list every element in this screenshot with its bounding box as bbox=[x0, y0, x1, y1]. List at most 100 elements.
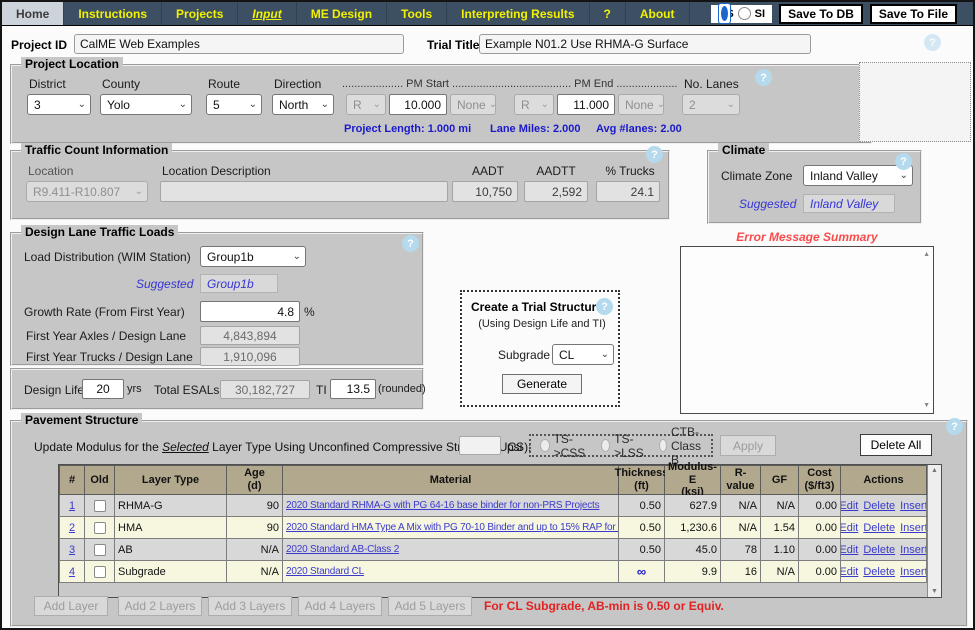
design-life-unit: yrs bbox=[127, 383, 142, 395]
thickness-cell: ∞ bbox=[619, 561, 665, 583]
traffic-loads-section: Design Lane Traffic Loads Load Distribut… bbox=[10, 232, 424, 366]
route-select[interactable]: 5 ⌄ bbox=[206, 94, 262, 115]
material-link[interactable]: 2020 Standard CL bbox=[286, 566, 364, 577]
table-scrollbar[interactable]: ▲ ▼ bbox=[927, 465, 941, 597]
climate-help-icon[interactable]: ? bbox=[895, 153, 912, 170]
climate-legend: Climate bbox=[718, 143, 769, 157]
row-number-link[interactable]: 1 bbox=[69, 500, 75, 512]
climate-section: Climate Climate Zone Inland Valley ⌄ Sug… bbox=[707, 150, 922, 224]
project-id-input[interactable] bbox=[74, 34, 404, 54]
insert-link[interactable]: Insert bbox=[900, 566, 927, 578]
row-number-link[interactable]: 2 bbox=[69, 522, 75, 534]
pm-end-input[interactable] bbox=[557, 94, 615, 115]
material-link[interactable]: 2020 Standard HMA Type A Mix with PG 70-… bbox=[286, 522, 619, 533]
delete-link[interactable]: Delete bbox=[863, 522, 895, 534]
location-description-input[interactable] bbox=[160, 181, 448, 202]
scroll-up-icon[interactable]: ▲ bbox=[923, 251, 930, 258]
delete-all-button[interactable]: Delete All bbox=[860, 434, 932, 456]
scroll-down-icon[interactable]: ▼ bbox=[923, 402, 930, 409]
insert-link[interactable]: Insert bbox=[900, 544, 927, 556]
tab-about[interactable]: About bbox=[626, 2, 690, 25]
trial-structure-help-icon[interactable]: ? bbox=[596, 298, 613, 315]
pm-start-prefix-select: R ⌄ bbox=[346, 94, 386, 115]
district-label: District bbox=[29, 77, 66, 91]
thickness-cell: 0.50 bbox=[619, 539, 665, 561]
district-select[interactable]: 3 ⌄ bbox=[27, 94, 91, 115]
edit-link[interactable]: Edit bbox=[841, 566, 858, 578]
edit-link[interactable]: Edit bbox=[841, 522, 858, 534]
subgrade-select[interactable]: CL ⌄ bbox=[552, 344, 614, 365]
ucs-input[interactable] bbox=[459, 436, 501, 455]
col-header-actions: Actions bbox=[841, 465, 927, 495]
insert-link[interactable]: Insert bbox=[900, 522, 927, 534]
location-description-label: Location Description bbox=[162, 164, 271, 178]
county-select[interactable]: Yolo ⌄ bbox=[100, 94, 192, 115]
cost-cell: 0.00 bbox=[799, 539, 841, 561]
no-lanes-select: 2 ⌄ bbox=[682, 94, 740, 115]
tab-me-design[interactable]: ME Design bbox=[297, 2, 387, 25]
wim-station-select[interactable]: Group1b ⌄ bbox=[200, 246, 306, 267]
material-link[interactable]: 2020 Standard AB-Class 2 bbox=[286, 544, 399, 555]
pm-start-input[interactable] bbox=[389, 94, 447, 115]
tab-interpreting-results[interactable]: Interpreting Results bbox=[447, 2, 589, 25]
row-number-link[interactable]: 4 bbox=[69, 566, 75, 578]
delete-link[interactable]: Delete bbox=[863, 566, 895, 578]
edit-link[interactable]: Edit bbox=[841, 500, 858, 512]
insert-link[interactable]: Insert bbox=[900, 500, 927, 512]
edit-link[interactable]: Edit bbox=[841, 544, 858, 556]
layer-type-cell: HMA bbox=[115, 517, 227, 539]
add-3-layers-button: Add 3 Layers bbox=[208, 596, 292, 616]
scroll-down-icon[interactable]: ▼ bbox=[928, 588, 941, 595]
pavement-help-icon[interactable]: ? bbox=[946, 418, 963, 435]
save-to-file-button[interactable]: Save To File bbox=[870, 4, 957, 24]
design-life-input[interactable] bbox=[82, 379, 124, 399]
chevron-down-icon: ⌄ bbox=[373, 100, 381, 110]
thickness-cell: 0.50 bbox=[619, 517, 665, 539]
chevron-down-icon: ⌄ bbox=[321, 100, 329, 110]
ti-input[interactable] bbox=[330, 379, 376, 399]
us-radio[interactable] bbox=[718, 3, 731, 24]
old-checkbox[interactable] bbox=[94, 544, 106, 556]
project-location-legend: Project Location bbox=[21, 57, 123, 71]
delete-link[interactable]: Delete bbox=[863, 544, 895, 556]
tab-projects[interactable]: Projects bbox=[162, 2, 238, 25]
chevron-down-icon: ⌄ bbox=[601, 350, 609, 360]
col-header-modulus: Modulus-E (ksi) bbox=[665, 465, 721, 495]
route-label: Route bbox=[208, 77, 240, 91]
old-checkbox[interactable] bbox=[94, 522, 106, 534]
delete-link[interactable]: Delete bbox=[863, 500, 895, 512]
table-row: 1 RHMA-G 90 2020 Standard RHMA-G with PG… bbox=[59, 495, 927, 517]
save-to-db-button[interactable]: Save To DB bbox=[779, 4, 863, 24]
tab-instructions[interactable]: Instructions bbox=[64, 2, 162, 25]
tab-help[interactable]: ? bbox=[590, 2, 626, 25]
old-checkbox[interactable] bbox=[94, 566, 106, 578]
row-number-link[interactable]: 3 bbox=[69, 544, 75, 556]
location-select: R9.411-R10.807 ⌄ bbox=[26, 181, 148, 202]
project-location-help-icon[interactable]: ? bbox=[755, 69, 772, 86]
pm-end-prefix-value: R bbox=[521, 98, 530, 112]
page-help-icon[interactable]: ? bbox=[924, 34, 941, 51]
tab-tools[interactable]: Tools bbox=[387, 2, 447, 25]
trial-title-input[interactable] bbox=[479, 34, 811, 54]
traffic-count-help-icon[interactable]: ? bbox=[646, 146, 663, 163]
scroll-up-icon[interactable]: ▲ bbox=[928, 467, 941, 474]
direction-select[interactable]: North ⌄ bbox=[272, 94, 334, 115]
material-link[interactable]: 2020 Standard RHMA-G with PG 64-16 base … bbox=[286, 500, 599, 511]
chevron-down-icon: ⌄ bbox=[489, 100, 497, 110]
generate-button[interactable]: Generate bbox=[502, 374, 582, 394]
r-value-cell: 16 bbox=[721, 561, 761, 583]
modulus-cell: 1,230.6 bbox=[665, 517, 721, 539]
growth-rate-input[interactable] bbox=[200, 301, 300, 322]
trial-structure-title: Create a Trial Structure bbox=[462, 300, 612, 314]
error-summary-box: ▲ ▼ bbox=[680, 246, 934, 414]
layer-type-cell: Subgrade bbox=[115, 561, 227, 583]
modulus-cell: 627.9 bbox=[665, 495, 721, 517]
error-summary-title: Error Message Summary bbox=[680, 230, 934, 244]
traffic-loads-help-icon[interactable]: ? bbox=[402, 235, 419, 252]
tab-home[interactable]: Home bbox=[2, 2, 64, 25]
si-radio[interactable] bbox=[738, 7, 751, 20]
chevron-down-icon: ⌄ bbox=[135, 187, 143, 197]
old-checkbox[interactable] bbox=[94, 500, 106, 512]
tab-input[interactable]: Input bbox=[238, 2, 296, 25]
climate-zone-select[interactable]: Inland Valley ⌄ bbox=[803, 165, 913, 186]
